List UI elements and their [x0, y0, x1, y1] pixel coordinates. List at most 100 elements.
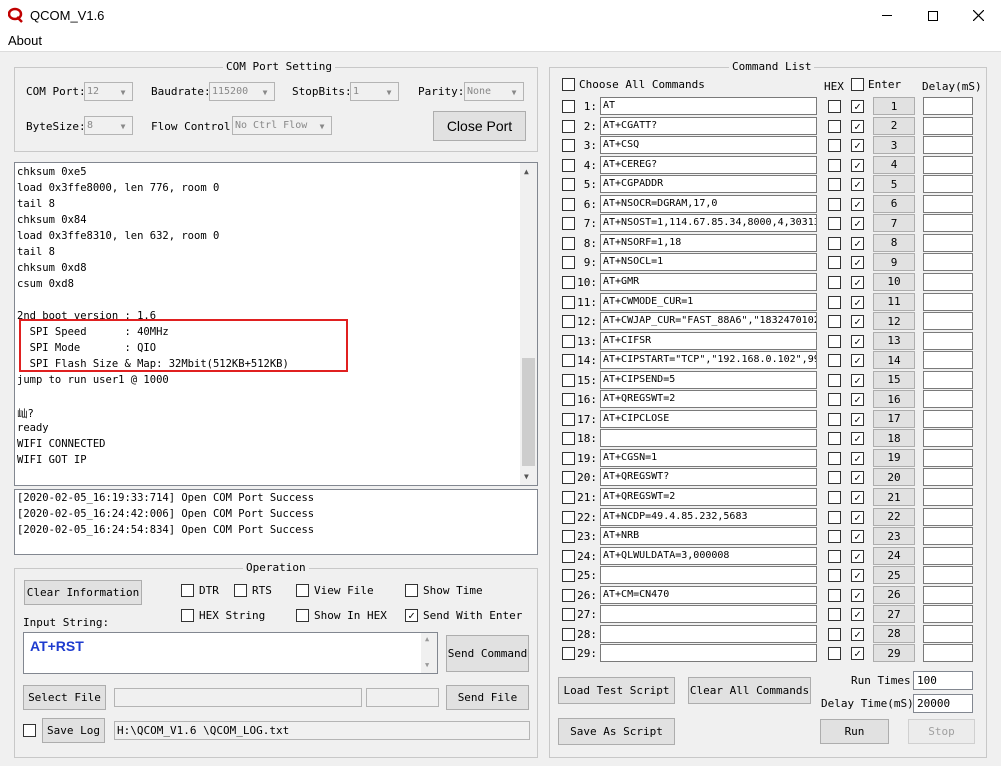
command-hex-checkbox[interactable] — [828, 412, 841, 426]
command-hex-checkbox[interactable] — [828, 354, 841, 368]
command-send-button[interactable]: 18 — [873, 429, 915, 448]
flow-control-select[interactable]: No Ctrl Flow ▼ — [232, 116, 332, 135]
checkbox-box[interactable]: ✓ — [405, 609, 418, 622]
command-select-checkbox[interactable] — [562, 491, 575, 504]
command-send-button[interactable]: 8 — [873, 233, 915, 252]
command-enter-checkbox[interactable]: ✓ — [851, 354, 864, 368]
command-select-checkbox[interactable] — [562, 569, 575, 583]
checkbox-box[interactable] — [296, 584, 309, 597]
command-select-checkbox[interactable] — [562, 608, 575, 622]
checkbox-box[interactable] — [23, 724, 36, 737]
command-input[interactable]: AT+NRB — [600, 527, 817, 546]
command-hex-checkbox[interactable] — [828, 549, 841, 563]
command-enter-checkbox[interactable]: ✓ — [851, 373, 864, 387]
command-hex-checkbox[interactable] — [828, 393, 841, 407]
command-input[interactable]: AT+NCDP=49.4.85.232,5683 — [600, 507, 817, 526]
command-delay-input[interactable] — [923, 292, 973, 311]
command-enter-checkbox[interactable]: ✓ — [851, 236, 864, 250]
parity-select[interactable]: None ▼ — [464, 82, 524, 101]
command-select-checkbox[interactable] — [562, 549, 575, 563]
command-hex-checkbox[interactable] — [828, 100, 841, 113]
rts-checkbox[interactable]: RTS — [234, 584, 272, 600]
command-input[interactable]: AT+CIPCLOSE — [600, 409, 817, 428]
checkbox-box[interactable] — [296, 609, 309, 622]
command-send-button[interactable]: 6 — [873, 194, 915, 213]
command-select-checkbox[interactable] — [562, 178, 575, 192]
command-select-checkbox[interactable] — [562, 510, 575, 524]
command-delay-input[interactable] — [923, 97, 973, 115]
command-delay-input[interactable] — [923, 624, 973, 643]
command-send-button[interactable]: 7 — [873, 214, 915, 233]
scroll-up-icon[interactable]: ▲ — [524, 167, 529, 176]
command-enter-checkbox[interactable]: ✓ — [851, 100, 864, 113]
command-enter-checkbox[interactable]: ✓ — [851, 627, 864, 641]
command-select-checkbox[interactable] — [562, 197, 575, 211]
com-port-select[interactable]: 12 ▼ — [84, 82, 133, 101]
command-input[interactable]: AT+NSOCL=1 — [600, 253, 817, 272]
command-hex-checkbox[interactable] — [828, 530, 841, 544]
checkbox-box[interactable] — [234, 584, 247, 597]
command-enter-checkbox[interactable]: ✓ — [851, 197, 864, 211]
command-delay-input[interactable] — [923, 116, 973, 135]
command-enter-checkbox[interactable]: ✓ — [851, 158, 864, 172]
bytesize-select[interactable]: 8 ▼ — [84, 116, 133, 135]
command-delay-input[interactable] — [923, 214, 973, 233]
command-input[interactable]: AT+NSOST=1,114.67.85.34,8000,4,30313 — [600, 214, 817, 233]
checkbox-box[interactable] — [181, 584, 194, 597]
command-input[interactable]: AT+CWJAP_CUR="FAST_88A6","1832470102 — [600, 312, 817, 331]
command-hex-checkbox[interactable] — [828, 315, 841, 329]
command-send-button[interactable]: 27 — [873, 605, 915, 624]
command-send-button[interactable]: 19 — [873, 448, 915, 467]
command-enter-checkbox[interactable]: ✓ — [851, 432, 864, 446]
command-hex-checkbox[interactable] — [828, 627, 841, 641]
command-delay-input[interactable] — [923, 644, 973, 663]
command-input[interactable]: AT+CGPADDR — [600, 175, 817, 194]
command-enter-checkbox[interactable]: ✓ — [851, 647, 864, 661]
command-hex-checkbox[interactable] — [828, 451, 841, 465]
command-select-checkbox[interactable] — [562, 647, 575, 661]
command-select-checkbox[interactable] — [562, 119, 575, 133]
command-hex-checkbox[interactable] — [828, 256, 841, 270]
command-input[interactable]: AT+CIFSR — [600, 331, 817, 350]
command-hex-checkbox[interactable] — [828, 197, 841, 211]
command-select-checkbox[interactable] — [562, 412, 575, 426]
load-test-script-button[interactable]: Load Test Script — [558, 677, 675, 704]
command-send-button[interactable]: 4 — [873, 155, 915, 174]
command-send-button[interactable]: 2 — [873, 116, 915, 135]
command-input[interactable] — [600, 644, 817, 663]
hex-string-checkbox[interactable]: HEX String — [181, 609, 265, 625]
command-send-button[interactable]: 20 — [873, 468, 915, 487]
command-delay-input[interactable] — [923, 136, 973, 155]
command-select-checkbox[interactable] — [562, 256, 575, 270]
scroll-thumb[interactable] — [522, 358, 535, 466]
menu-about[interactable]: About — [8, 33, 42, 48]
command-select-checkbox[interactable] — [562, 139, 575, 153]
command-enter-checkbox[interactable]: ✓ — [851, 569, 864, 583]
command-delay-input[interactable] — [923, 507, 973, 526]
command-delay-input[interactable] — [923, 351, 973, 370]
choose-all-checkbox[interactable]: Choose All Commands — [562, 78, 705, 94]
command-input[interactable] — [600, 566, 817, 585]
command-send-button[interactable]: 21 — [873, 488, 915, 506]
command-hex-checkbox[interactable] — [828, 139, 841, 153]
command-enter-checkbox[interactable]: ✓ — [851, 217, 864, 231]
command-input[interactable]: AT+CSQ — [600, 136, 817, 155]
command-hex-checkbox[interactable] — [828, 295, 841, 309]
command-send-button[interactable]: 9 — [873, 253, 915, 272]
command-input[interactable]: AT+CGATT? — [600, 116, 817, 135]
delay-time-input[interactable]: 20000 — [913, 694, 973, 713]
command-delay-input[interactable] — [923, 272, 973, 291]
run-times-input[interactable]: 100 — [913, 671, 973, 690]
command-enter-checkbox[interactable]: ✓ — [851, 334, 864, 348]
command-input[interactable] — [600, 605, 817, 624]
command-delay-input[interactable] — [923, 370, 973, 389]
command-enter-checkbox[interactable]: ✓ — [851, 295, 864, 309]
command-input[interactable]: AT+CEREG? — [600, 155, 817, 174]
input-scrollbar[interactable]: ▲ ▼ — [421, 633, 437, 673]
command-enter-checkbox[interactable]: ✓ — [851, 608, 864, 622]
command-delay-input[interactable] — [923, 390, 973, 409]
select-file-button[interactable]: Select File — [23, 685, 106, 710]
command-delay-input[interactable] — [923, 175, 973, 194]
command-delay-input[interactable] — [923, 605, 973, 624]
checkbox-box[interactable] — [562, 78, 575, 91]
